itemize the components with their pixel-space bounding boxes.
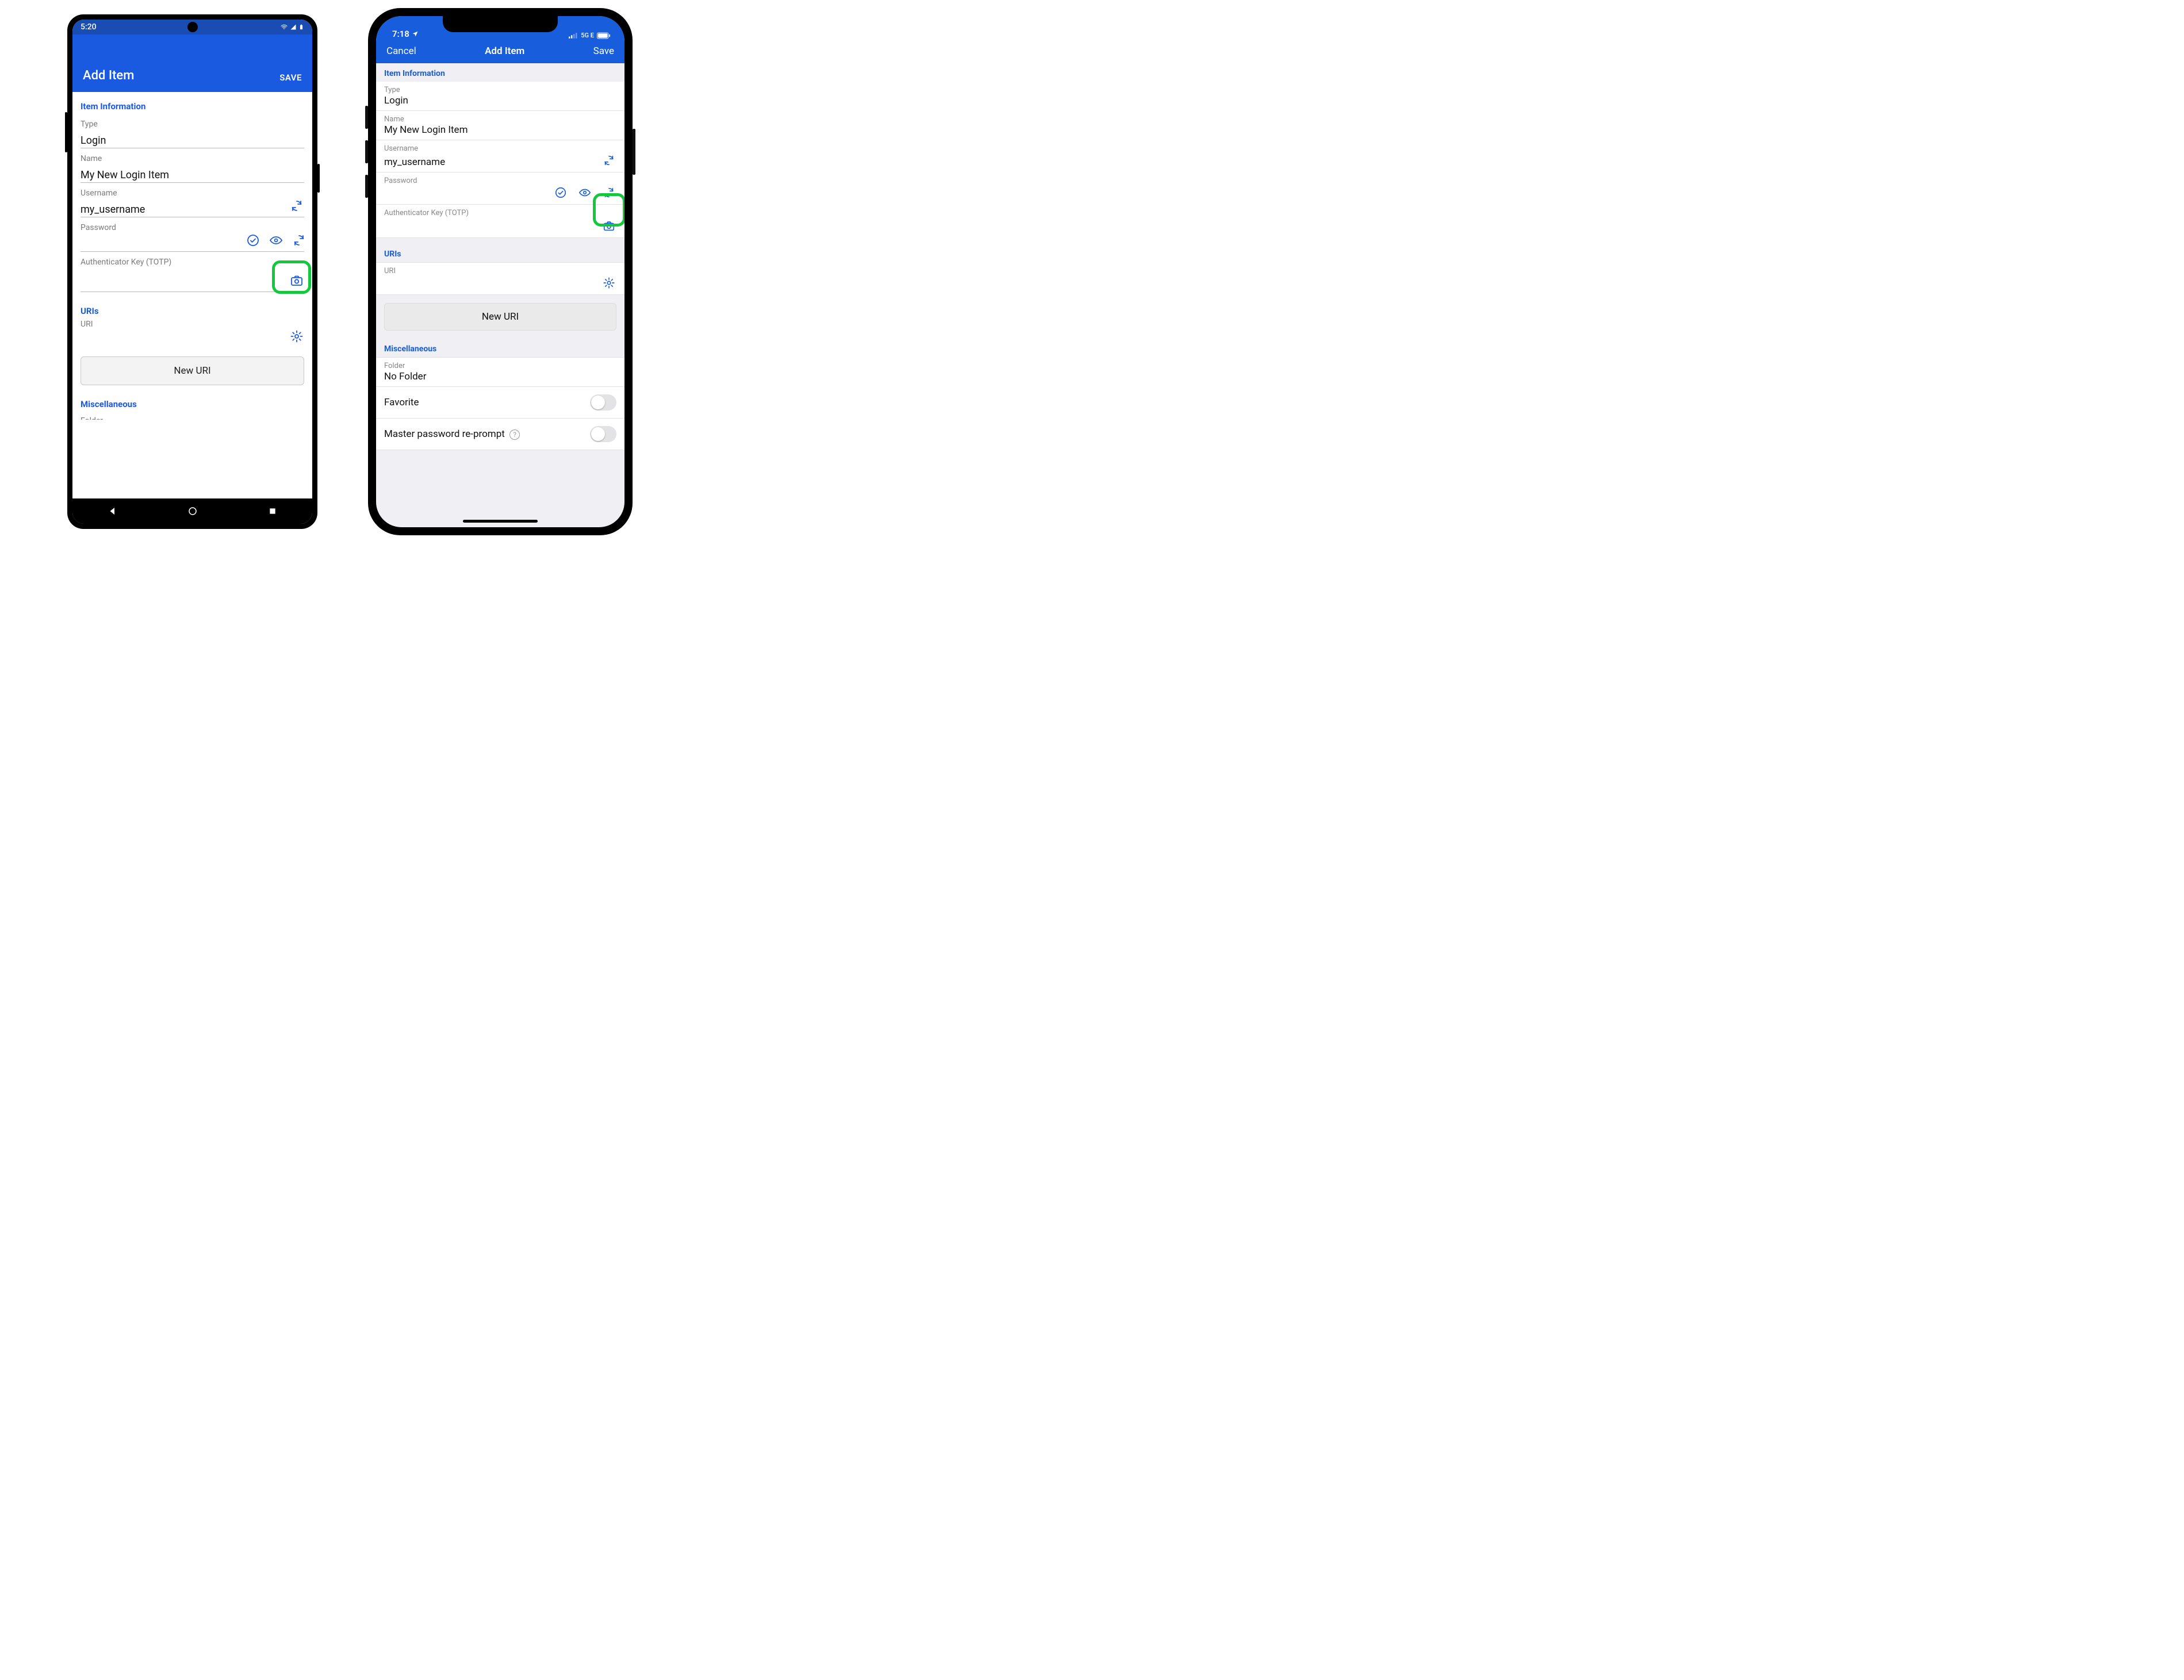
- field-label: Favorite: [384, 397, 419, 408]
- field-folder[interactable]: Folder No Folder: [376, 357, 624, 387]
- iphone-notch: [443, 16, 558, 32]
- field-master-password-reprompt[interactable]: Master password re-prompt ?: [376, 419, 624, 450]
- field-label: URI: [384, 267, 616, 275]
- generate-username-icon[interactable]: [601, 153, 616, 168]
- field-value: No Folder: [384, 370, 616, 382]
- new-uri-button[interactable]: New URI: [384, 303, 616, 331]
- ios-content: Item Information Type Login Name My New …: [376, 63, 624, 527]
- battery-icon: [298, 23, 304, 31]
- android-camera-cutout: [187, 22, 198, 32]
- uri-settings-icon[interactable]: [601, 275, 616, 290]
- app-bar-title: Add Item: [83, 68, 134, 83]
- field-label: Username: [384, 144, 616, 153]
- ios-home-indicator[interactable]: [463, 520, 538, 523]
- nav-home-icon[interactable]: [187, 506, 198, 516]
- field-password[interactable]: Password: [376, 172, 624, 205]
- field-type[interactable]: Type Login: [81, 114, 304, 148]
- field-label: Password: [384, 177, 616, 185]
- section-header-uris: URIs: [81, 292, 304, 319]
- field-value: my_username: [81, 202, 145, 216]
- nav-back-icon[interactable]: [108, 506, 118, 516]
- android-device-frame: 5:20 Add Item SAVE Item Information Type…: [67, 14, 317, 529]
- network-label: 5G E: [581, 32, 594, 39]
- favorite-toggle[interactable]: [590, 394, 616, 411]
- field-uri[interactable]: URI: [376, 262, 624, 295]
- generate-username-icon[interactable]: [289, 198, 304, 213]
- section-header-item-information: Item Information: [376, 63, 624, 82]
- field-value: Login: [384, 94, 616, 106]
- generate-password-icon[interactable]: [292, 233, 306, 248]
- field-value: Login: [81, 133, 106, 147]
- cancel-button[interactable]: Cancel: [386, 45, 416, 57]
- field-folder-label: Folder: [81, 412, 304, 420]
- check-password-icon[interactable]: [553, 185, 568, 200]
- nav-recents-icon[interactable]: [268, 507, 277, 516]
- signal-icon: [569, 33, 578, 39]
- field-value: My New Login Item: [384, 124, 616, 136]
- field-label: Password: [81, 223, 304, 232]
- status-time: 7:18: [392, 29, 409, 39]
- android-content: Item Information Type Login Name My New …: [72, 92, 312, 498]
- android-screen: 5:20 Add Item SAVE Item Information Type…: [72, 20, 312, 524]
- save-button[interactable]: SAVE: [279, 72, 302, 83]
- uri-settings-icon[interactable]: [289, 329, 304, 344]
- battery-icon: [597, 32, 611, 39]
- section-header-uris: URIs: [376, 238, 624, 262]
- field-password[interactable]: Password: [81, 217, 304, 252]
- generate-password-icon[interactable]: [601, 185, 616, 200]
- field-label: Master password re-prompt: [384, 428, 505, 440]
- field-username[interactable]: Username my_username: [81, 183, 304, 217]
- field-username[interactable]: Username my_username: [376, 140, 624, 172]
- field-name[interactable]: Name My New Login Item: [81, 148, 304, 183]
- field-totp[interactable]: Authenticator Key (TOTP): [376, 205, 624, 238]
- help-icon[interactable]: ?: [509, 429, 520, 440]
- section-header-misc: Miscellaneous: [81, 385, 304, 412]
- field-label: Folder: [384, 362, 616, 370]
- field-name[interactable]: Name My New Login Item: [376, 111, 624, 140]
- field-favorite[interactable]: Favorite: [376, 387, 624, 419]
- signal-icon: [289, 24, 297, 30]
- field-uri[interactable]: URI: [81, 319, 304, 347]
- new-uri-button[interactable]: New URI: [81, 356, 304, 385]
- wifi-icon: [280, 24, 288, 30]
- toggle-visibility-icon[interactable]: [577, 185, 592, 200]
- status-time: 5:20: [81, 22, 97, 32]
- reprompt-toggle[interactable]: [590, 426, 616, 442]
- location-icon: [412, 30, 419, 37]
- field-label: Type: [384, 86, 616, 94]
- field-label: Authenticator Key (TOTP): [81, 258, 304, 267]
- android-app-bar: Add Item SAVE: [72, 34, 312, 92]
- field-label: Name: [81, 154, 304, 163]
- iphone-screen: 7:18 5G E Cancel Add Item Save Item Info…: [376, 16, 624, 527]
- check-password-icon[interactable]: [246, 233, 260, 248]
- android-status-bar: 5:20: [72, 20, 312, 34]
- ios-nav-bar: Cancel Add Item Save: [376, 39, 624, 63]
- status-icons: [280, 23, 304, 31]
- nav-title: Add Item: [485, 45, 524, 57]
- toggle-visibility-icon[interactable]: [269, 233, 283, 248]
- field-value: My New Login Item: [81, 168, 169, 181]
- scan-totp-camera-icon[interactable]: [289, 273, 304, 288]
- field-value: my_username: [384, 156, 445, 168]
- section-header-item-information: Item Information: [81, 98, 304, 114]
- field-label: Name: [384, 115, 616, 124]
- section-header-misc: Miscellaneous: [376, 339, 624, 357]
- field-label: URI: [81, 320, 304, 329]
- field-label: Authenticator Key (TOTP): [384, 209, 616, 217]
- field-label: Type: [81, 120, 304, 129]
- iphone-device-frame: 7:18 5G E Cancel Add Item Save Item Info…: [368, 8, 633, 535]
- android-nav-bar: [72, 498, 312, 524]
- scan-totp-camera-icon[interactable]: [601, 218, 616, 233]
- save-button[interactable]: Save: [593, 45, 614, 57]
- field-totp[interactable]: Authenticator Key (TOTP): [81, 252, 304, 292]
- field-label: Username: [81, 189, 304, 198]
- field-type[interactable]: Type Login: [376, 82, 624, 111]
